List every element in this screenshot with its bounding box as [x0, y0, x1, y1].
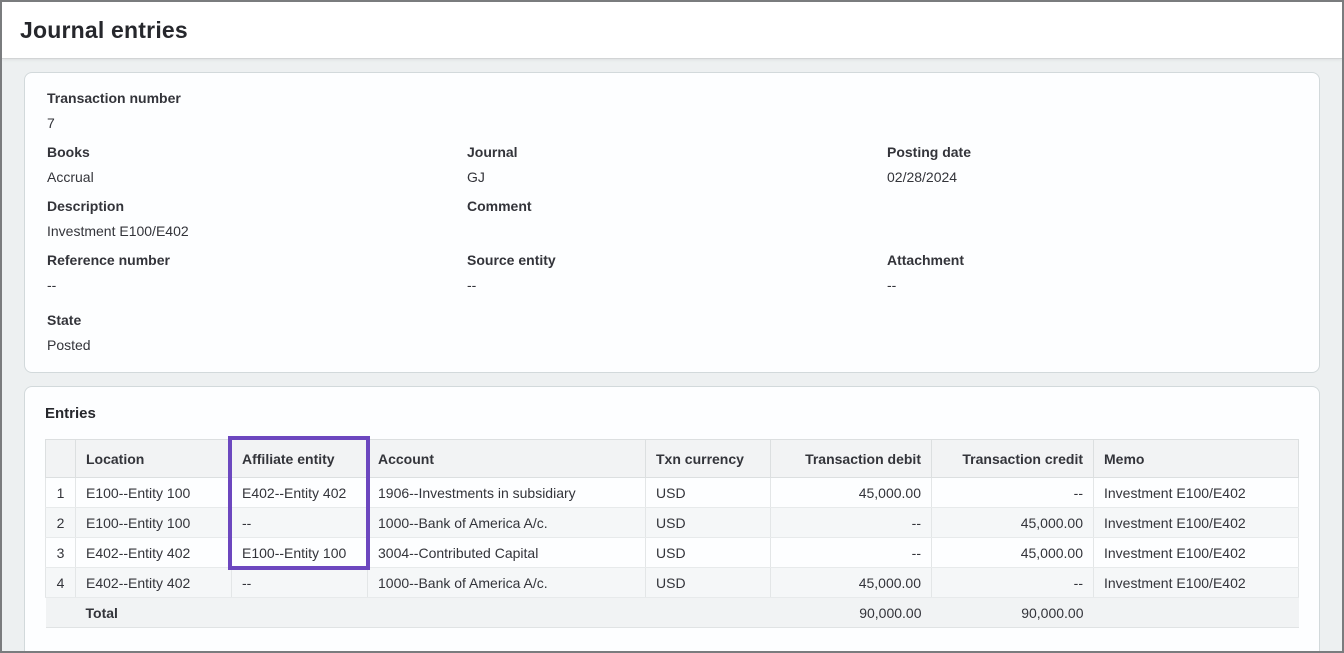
column-header-affiliate-entity: Affiliate entity — [232, 440, 368, 478]
cell-location: E402--Entity 402 — [76, 538, 232, 568]
field-reference-number: Reference number -- — [47, 252, 467, 294]
field-source-entity: Source entity -- — [467, 252, 887, 294]
cell-affiliate-entity: E100--Entity 100 — [232, 538, 368, 568]
field-posting-date: Posting date 02/28/2024 — [887, 144, 1297, 186]
column-header-txn-currency: Txn currency — [646, 440, 771, 478]
entries-table: Location Affiliate entity Account Txn cu… — [45, 439, 1299, 628]
total-memo-spacer — [1094, 598, 1299, 628]
page-header: Journal entries — [2, 2, 1342, 59]
cell-location: E100--Entity 100 — [76, 508, 232, 538]
cell-transaction-credit: -- — [932, 568, 1094, 598]
cell-memo: Investment E100/E402 — [1094, 508, 1299, 538]
table-row: 1 E100--Entity 100 E402--Entity 402 1906… — [46, 478, 1299, 508]
cell-transaction-debit: -- — [771, 508, 932, 538]
field-label: Reference number — [47, 252, 467, 269]
field-value: 7 — [47, 115, 467, 132]
total-debit: 90,000.00 — [771, 598, 932, 628]
cell-row-number: 3 — [46, 538, 76, 568]
field-description: Description Investment E100/E402 — [47, 198, 467, 240]
field-value: 02/28/2024 — [887, 169, 1297, 186]
field-label: Journal — [467, 144, 887, 161]
field-label: Books — [47, 144, 467, 161]
field-value: Investment E100/E402 — [47, 223, 467, 240]
field-label: Posting date — [887, 144, 1297, 161]
cell-transaction-credit: -- — [932, 478, 1094, 508]
cell-txn-currency: USD — [646, 538, 771, 568]
cell-account: 1000--Bank of America A/c. — [368, 508, 646, 538]
cell-row-number: 2 — [46, 508, 76, 538]
entries-panel: Entries Location Affiliate entity Accoun… — [24, 386, 1320, 652]
field-value: -- — [467, 277, 887, 294]
table-row: 3 E402--Entity 402 E100--Entity 100 3004… — [46, 538, 1299, 568]
column-header-memo: Memo — [1094, 440, 1299, 478]
cell-memo: Investment E100/E402 — [1094, 568, 1299, 598]
column-header-location: Location — [76, 440, 232, 478]
field-journal: Journal GJ — [467, 144, 887, 186]
table-header-row: Location Affiliate entity Account Txn cu… — [46, 440, 1299, 478]
field-transaction-number: Transaction number 7 — [47, 90, 467, 132]
cell-row-number: 1 — [46, 478, 76, 508]
field-label: State — [47, 312, 467, 329]
cell-txn-currency: USD — [646, 568, 771, 598]
cell-txn-currency: USD — [646, 478, 771, 508]
cell-location: E100--Entity 100 — [76, 478, 232, 508]
status-value: Posted — [47, 337, 467, 354]
cell-txn-currency: USD — [646, 508, 771, 538]
table-row: 4 E402--Entity 402 -- 1000--Bank of Amer… — [46, 568, 1299, 598]
cell-affiliate-entity: E402--Entity 402 — [232, 478, 368, 508]
cell-memo: Investment E100/E402 — [1094, 478, 1299, 508]
page-title: Journal entries — [20, 17, 188, 44]
cell-transaction-credit: 45,000.00 — [932, 508, 1094, 538]
field-books: Books Accrual — [47, 144, 467, 186]
total-row-spacer — [46, 598, 76, 628]
field-value: -- — [887, 277, 1297, 294]
table-row: 2 E100--Entity 100 -- 1000--Bank of Amer… — [46, 508, 1299, 538]
cell-account: 1000--Bank of America A/c. — [368, 568, 646, 598]
cell-transaction-credit: 45,000.00 — [932, 538, 1094, 568]
field-label: Transaction number — [47, 90, 467, 107]
cell-location: E402--Entity 402 — [76, 568, 232, 598]
field-state: State Posted — [47, 312, 467, 354]
journal-entry-view: Journal entries Transaction number 7 Boo… — [0, 0, 1344, 653]
field-label: Comment — [467, 198, 887, 215]
column-header-transaction-debit: Transaction debit — [771, 440, 932, 478]
field-value: Accrual — [47, 169, 467, 186]
cell-transaction-debit: 45,000.00 — [771, 478, 932, 508]
details-fields: Transaction number 7 Books Accrual Journ… — [47, 90, 1297, 366]
field-value — [467, 223, 887, 240]
cell-affiliate-entity: -- — [232, 568, 368, 598]
field-value: GJ — [467, 169, 887, 186]
column-header-transaction-credit: Transaction credit — [932, 440, 1094, 478]
details-panel: Transaction number 7 Books Accrual Journ… — [24, 72, 1320, 373]
field-value: -- — [47, 277, 467, 294]
field-attachment: Attachment -- — [887, 252, 1297, 294]
field-comment: Comment — [467, 198, 887, 240]
column-header-row-number — [46, 440, 76, 478]
entries-table-container: Location Affiliate entity Account Txn cu… — [45, 439, 1299, 628]
field-label: Description — [47, 198, 467, 215]
cell-transaction-debit: -- — [771, 538, 932, 568]
cell-memo: Investment E100/E402 — [1094, 538, 1299, 568]
table-total-row: Total 90,000.00 90,000.00 — [46, 598, 1299, 628]
total-credit: 90,000.00 — [932, 598, 1094, 628]
cell-affiliate-entity: -- — [232, 508, 368, 538]
column-header-account: Account — [368, 440, 646, 478]
cell-row-number: 4 — [46, 568, 76, 598]
field-label: Source entity — [467, 252, 887, 269]
cell-transaction-debit: 45,000.00 — [771, 568, 932, 598]
total-label: Total — [76, 598, 771, 628]
cell-account: 1906--Investments in subsidiary — [368, 478, 646, 508]
cell-account: 3004--Contributed Capital — [368, 538, 646, 568]
field-label: Attachment — [887, 252, 1297, 269]
page-content: Transaction number 7 Books Accrual Journ… — [2, 59, 1342, 652]
entries-heading: Entries — [45, 405, 1299, 422]
